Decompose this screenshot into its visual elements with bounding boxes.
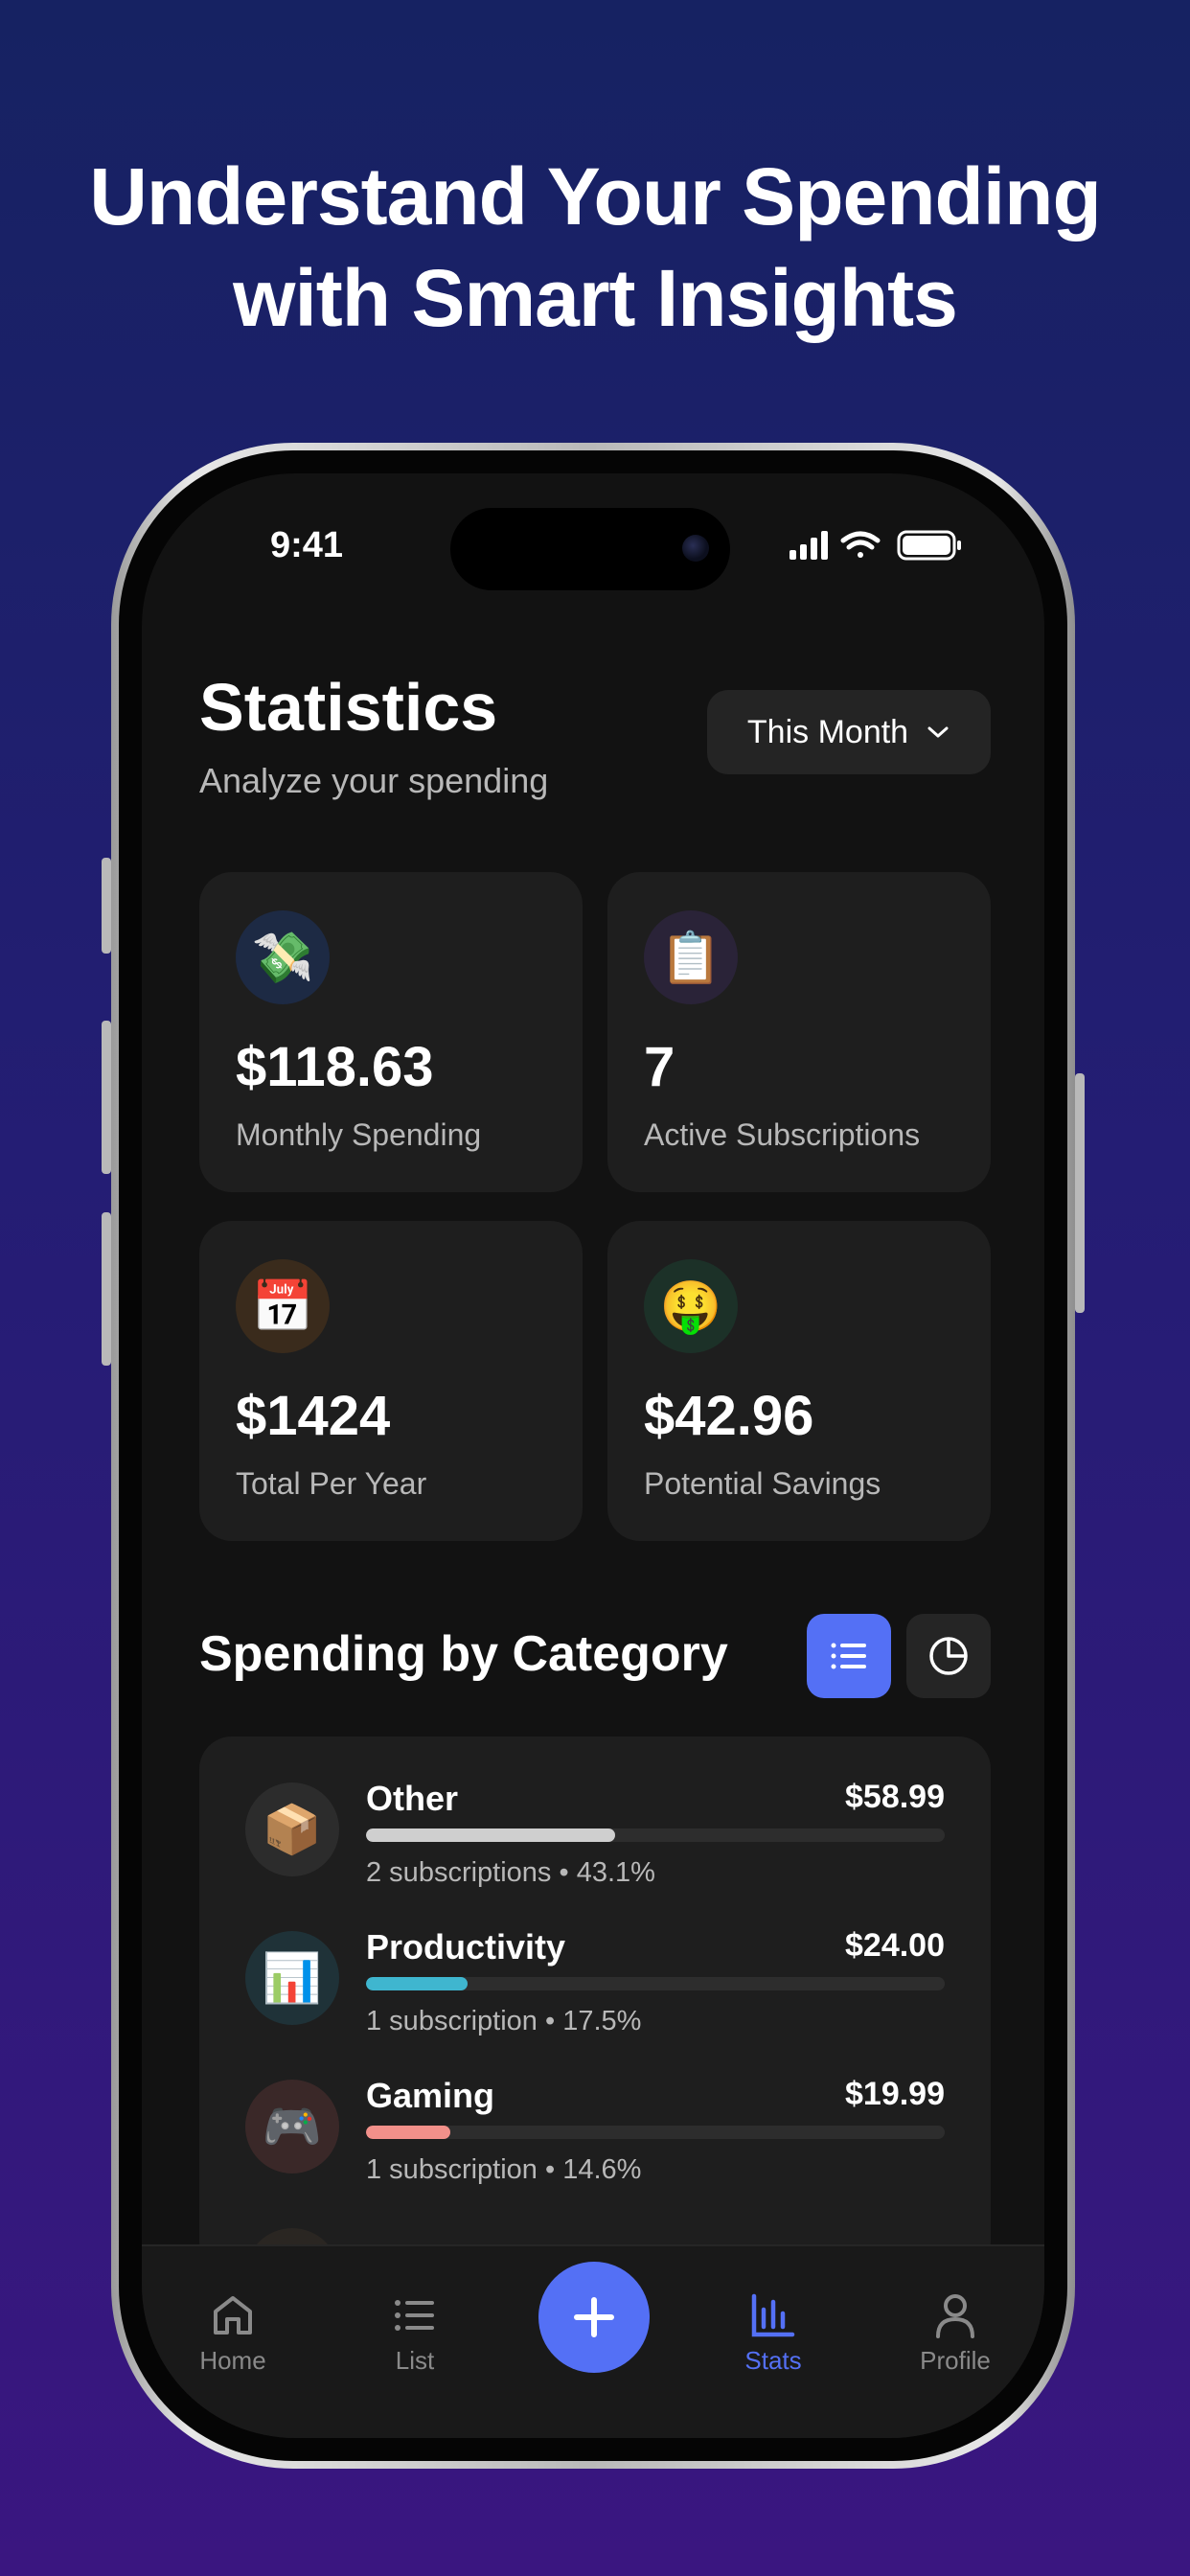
calendar-icon: 📅 [236,1259,330,1353]
phone-screen: 9:41 Statistics Analyze your spending Th… [142,473,1044,2438]
stat-value: $42.96 [644,1385,814,1447]
cellular-signal-icon [790,531,828,560]
tab-stats-label: Stats [744,2346,802,2375]
pie-chart-view-button[interactable] [906,1614,991,1698]
category-meta: 1 subscription • 14.6% [366,2154,642,2185]
game-controller-icon-glyph: 🎮 [262,2099,323,2153]
bar-chart-icon: 📊 [245,1931,339,2025]
package-icon: 📦 [245,1782,339,1876]
wifi-icon [840,531,881,558]
profile-icon [936,2294,974,2338]
section-title: Spending by Category [199,1626,728,1682]
status-time: 9:41 [270,525,344,565]
dynamic-island [450,508,730,590]
plus-icon [574,2297,614,2337]
tab-profile[interactable]: Profile [883,2290,1027,2376]
phone-volume-up-button [102,1021,111,1174]
tab-bar: Home List Stats Profile [142,2244,1044,2438]
stat-card-total-per-year[interactable]: 📅 $1424 Total Per Year [199,1221,583,1541]
headline-line-2: with Smart Insights [233,253,958,343]
period-dropdown[interactable]: This Month [707,690,991,774]
page-title: Statistics [199,670,498,745]
category-row-gaming[interactable]: 🎮 Gaming $19.99 1 subscription • 14.6% [199,2076,991,2200]
category-amount: $19.99 [845,2076,945,2112]
category-name: Other [366,1779,459,1818]
stat-label: Active Subscriptions [644,1117,921,1152]
package-icon-glyph: 📦 [262,1802,323,1856]
category-row-other[interactable]: 📦 Other $58.99 2 subscriptions • 43.1% [199,1779,991,1903]
category-meta: 1 subscription • 17.5% [366,2006,642,2036]
camera-icon [682,535,709,562]
calendar-icon-glyph: 📅 [251,1278,314,1335]
headline-line-1: Understand Your Spending [89,151,1102,242]
category-name: Productivity [366,1927,566,1966]
category-progress-fill [366,1828,616,1842]
money-face-icon-glyph: 🤑 [659,1278,722,1335]
period-dropdown-label: This Month [746,713,909,750]
stats-icon [751,2293,795,2337]
list-icon [395,2300,434,2331]
category-amount: $58.99 [845,1779,945,1815]
pie-chart-icon [929,1637,968,1675]
category-amount: $24.00 [845,1927,945,1964]
list-view-icon [831,1643,866,1669]
status-icons [790,530,961,561]
tab-stats[interactable]: Stats [701,2290,845,2376]
phone-action-button [102,858,111,954]
category-progress-fill [366,1977,468,1990]
page-subtitle: Analyze your spending [199,761,549,800]
battery-icon [897,530,961,561]
clipboard-icon-glyph: 📋 [659,930,722,986]
category-progress-fill [366,2126,451,2139]
category-meta: 2 subscriptions • 43.1% [366,1857,655,1888]
stat-value: 7 [644,1036,675,1098]
stat-label: Monthly Spending [236,1117,482,1152]
list-view-button[interactable] [807,1614,891,1698]
money-face-icon: 🤑 [644,1259,738,1353]
tab-home[interactable]: Home [161,2290,305,2376]
category-name: Gaming [366,2076,495,2115]
tab-home-label: Home [199,2346,266,2375]
stat-card-monthly-spending[interactable]: 💸 $118.63 Monthly Spending [199,872,583,1192]
stat-card-potential-savings[interactable]: 🤑 $42.96 Potential Savings [607,1221,991,1541]
money-wings-icon: 💸 [236,910,330,1004]
category-progress-track [366,1977,945,1990]
home-icon [214,2296,252,2334]
money-wings-icon-glyph: 💸 [251,930,314,986]
stat-label: Total Per Year [236,1466,427,1501]
stat-label: Potential Savings [644,1466,881,1501]
phone-power-button [1075,1073,1085,1313]
tab-list-label: List [395,2346,435,2375]
category-progress-track [366,1828,945,1842]
category-list: 📦 Other $58.99 2 subscriptions • 43.1% 📊… [199,1736,991,2273]
stat-card-active-subscriptions[interactable]: 📋 7 Active Subscriptions [607,872,991,1192]
stat-value: $1424 [236,1385,391,1447]
game-controller-icon: 🎮 [245,2080,339,2174]
chevron-down-icon [927,726,949,738]
category-row-productivity[interactable]: 📊 Productivity $24.00 1 subscription • 1… [199,1927,991,2052]
add-subscription-button[interactable] [538,2262,650,2373]
stat-value: $118.63 [236,1036,434,1098]
category-progress-track [366,2126,945,2139]
tab-list[interactable]: List [343,2290,487,2376]
bar-chart-icon-glyph: 📊 [262,1950,323,2005]
phone-volume-down-button [102,1212,111,1366]
clipboard-icon: 📋 [644,910,738,1004]
tab-profile-label: Profile [920,2346,991,2375]
promo-headline: Understand Your Spending with Smart Insi… [0,146,1190,349]
